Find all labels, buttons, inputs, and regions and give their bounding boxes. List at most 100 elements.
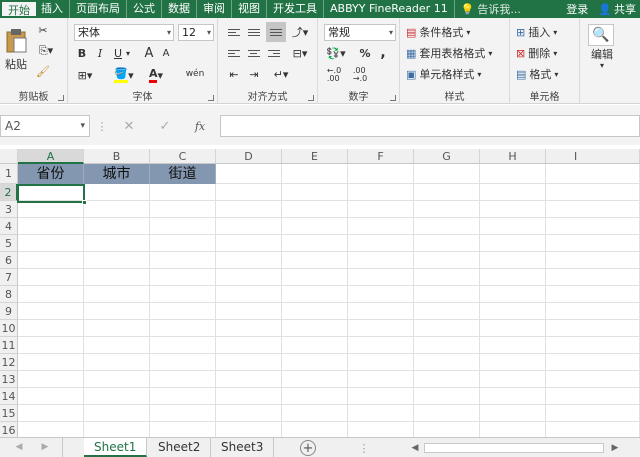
align-top-icon[interactable] [226,24,242,40]
grid-cell[interactable] [348,388,414,405]
grid-cell[interactable] [282,303,348,320]
grid-cell[interactable] [84,371,150,388]
grid-cell[interactable] [348,184,414,201]
grid-cell[interactable] [414,164,480,184]
grid-cell[interactable] [414,371,480,388]
grid-cell[interactable] [282,354,348,371]
grid-cell[interactable] [18,388,84,405]
row-header[interactable]: 11 [0,337,18,354]
grid-cell[interactable] [546,269,640,286]
align-left-icon[interactable] [226,45,242,61]
wrap-text-icon[interactable]: ↵▾ [270,66,292,82]
column-header[interactable]: A [18,149,84,164]
header-cell[interactable]: 街道 [150,164,216,184]
grid-cell[interactable] [546,320,640,337]
grid-cell[interactable] [348,164,414,184]
grid-cell[interactable] [480,337,546,354]
grid-cell[interactable] [84,320,150,337]
grid-cell[interactable] [546,252,640,269]
increase-indent-icon[interactable]: ⇥ [246,66,262,82]
grid-cell[interactable] [414,320,480,337]
row-header[interactable]: 14 [0,388,18,405]
grid-cell[interactable] [348,201,414,218]
grid-cell[interactable] [348,371,414,388]
grid-cell[interactable] [216,184,282,201]
grid-cell[interactable] [546,218,640,235]
grid-cell[interactable] [18,218,84,235]
grid-cell[interactable] [546,286,640,303]
grid-cell[interactable] [480,164,546,184]
grid-cell[interactable] [546,337,640,354]
grid-cell[interactable] [216,218,282,235]
grid-cell[interactable] [480,320,546,337]
grid-cell[interactable] [282,252,348,269]
insert-function-icon[interactable]: fx [192,119,208,133]
grid-cell[interactable] [18,422,84,437]
grid-cell[interactable] [84,286,150,303]
grid-cell[interactable] [18,235,84,252]
grid-cell[interactable] [282,201,348,218]
column-header[interactable]: F [348,149,414,164]
dialog-launcher-icon[interactable] [208,95,214,101]
align-right-icon[interactable] [266,45,282,61]
grid-cell[interactable] [216,235,282,252]
grid-cell[interactable] [414,235,480,252]
orientation-icon[interactable]: ⤴▾ [290,24,310,40]
grid-cell[interactable] [84,184,150,201]
align-middle-icon[interactable] [246,24,262,40]
column-header[interactable]: G [414,149,480,164]
grid-cell[interactable] [84,303,150,320]
grid-cell[interactable] [216,388,282,405]
sheet-tab-sheet3[interactable]: Sheet3 [211,438,275,457]
column-header[interactable]: H [480,149,546,164]
grid-cell[interactable] [84,252,150,269]
row-header[interactable]: 6 [0,252,18,269]
grid-cell[interactable] [150,354,216,371]
grid-cell[interactable] [216,303,282,320]
grid-cell[interactable] [480,201,546,218]
percent-button[interactable]: % [358,45,372,61]
header-cell[interactable]: 省份 [18,164,84,184]
tab-home[interactable]: 开始 [0,0,36,18]
number-format-select[interactable]: 常规 ▾ [324,24,396,41]
grid-cell[interactable] [348,337,414,354]
grid-cell[interactable] [348,218,414,235]
row-header[interactable]: 13 [0,371,18,388]
font-name-select[interactable]: 宋体 ▾ [74,24,174,41]
grid-cell[interactable] [282,286,348,303]
grid-cell[interactable] [18,252,84,269]
grid-cell[interactable] [150,422,216,437]
grid-cell[interactable] [150,388,216,405]
comma-button[interactable]: , [376,45,390,61]
tab-page-layout[interactable]: 页面布局 [70,0,127,18]
cell-styles-button[interactable]: ▣ 单元格样式 ▾ [406,66,481,82]
grid-cell[interactable] [282,269,348,286]
grid-cell[interactable] [18,320,84,337]
grid-cell[interactable] [348,320,414,337]
hscroll-left-icon[interactable]: ◀ [410,441,420,455]
grid-cell[interactable] [480,422,546,437]
merge-center-icon[interactable]: ⊟▾ [290,45,310,61]
row-header[interactable]: 1 [0,164,18,184]
grid-cell[interactable] [18,354,84,371]
column-header[interactable]: C [150,149,216,164]
grid-cell[interactable] [348,269,414,286]
tab-insert[interactable]: 插入 [35,0,70,18]
worksheet-grid[interactable]: A B C D E F G H I 1 2 3 4 5 6 7 8 9 10 11 12 13 14 15 1… [0,149,640,437]
grid-cell[interactable] [480,286,546,303]
add-sheet-icon[interactable]: + [300,440,316,456]
paste-button[interactable]: 粘贴 [2,22,30,78]
grid-cell[interactable] [84,422,150,437]
grid-cell[interactable] [282,235,348,252]
grid-cell[interactable] [348,405,414,422]
grid-cell[interactable] [546,201,640,218]
scroll-left-icon[interactable]: ◀ [14,441,24,453]
horizontal-scrollbar[interactable] [424,443,604,453]
grid-cell[interactable] [480,405,546,422]
grid-cell[interactable] [480,388,546,405]
cut-icon[interactable]: ✂ [36,23,50,37]
column-header[interactable]: E [282,149,348,164]
grid-cell[interactable] [216,422,282,437]
grid-cell[interactable] [150,218,216,235]
grid-cell[interactable] [18,405,84,422]
